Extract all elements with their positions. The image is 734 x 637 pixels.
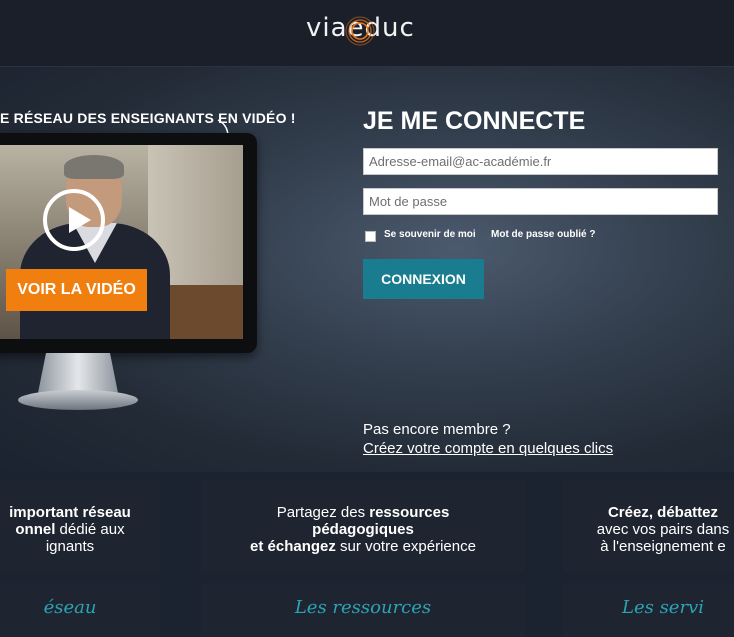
feature-line: important réseau bbox=[0, 504, 160, 521]
not-member-text: Pas encore membre ? bbox=[363, 421, 511, 438]
feature-text: important réseau bbox=[9, 504, 131, 521]
section-title-services[interactable]: Les servi bbox=[563, 583, 734, 637]
play-icon[interactable] bbox=[43, 189, 105, 251]
remember-label: Se souvenir de moi bbox=[384, 229, 476, 240]
feature-line: pédagogiques bbox=[201, 521, 525, 538]
feature-text: onnel bbox=[15, 521, 56, 538]
feature-text: dédié aux bbox=[55, 521, 125, 538]
remember-checkbox[interactable] bbox=[365, 231, 376, 242]
feature-text: ressources bbox=[369, 504, 450, 521]
feature-line: avec vos pairs dans bbox=[563, 521, 734, 538]
hero-tagline: E RÉSEAU DES ENSEIGNANTS EN VIDÉO ! bbox=[0, 110, 296, 126]
feature-text: à l'enseignement e bbox=[600, 538, 726, 555]
feature-text: et échangez bbox=[250, 538, 336, 555]
create-account-link[interactable]: Créez votre compte en quelques clics bbox=[363, 440, 613, 457]
section-title-resources[interactable]: Les ressources bbox=[201, 583, 525, 637]
site-logo[interactable]: viaeduc bbox=[306, 13, 415, 43]
feature-line: Créez, débattez bbox=[563, 504, 734, 521]
feature-line: et échangez sur votre expérience bbox=[201, 538, 525, 555]
feature-resources: Partagez des ressources pédagogiques et éc… bbox=[201, 480, 525, 572]
email-input[interactable] bbox=[363, 148, 718, 175]
feature-text: avec vos pairs dans bbox=[596, 521, 730, 538]
watch-video-button[interactable]: VOIR LA VIDÉO bbox=[6, 269, 147, 311]
feature-text: ignants bbox=[45, 538, 95, 555]
section-title-network[interactable]: éseau bbox=[0, 583, 160, 637]
video-monitor bbox=[0, 133, 257, 353]
feature-line: Partagez des ressources bbox=[201, 504, 525, 521]
password-input[interactable] bbox=[363, 188, 718, 215]
feature-text: pédagogiques bbox=[312, 521, 414, 538]
feature-network: important réseau onnel dédié aux ignants bbox=[0, 480, 160, 572]
site-header: viaeduc bbox=[0, 0, 734, 67]
feature-line: onnel dédié aux bbox=[0, 521, 160, 538]
monitor-base bbox=[18, 390, 138, 410]
feature-line: ignants bbox=[0, 538, 160, 555]
feature-text: Créez, débattez bbox=[607, 504, 719, 521]
monitor-stand bbox=[38, 353, 118, 393]
login-title: JE ME CONNECTE bbox=[363, 107, 586, 135]
forgot-password-link[interactable]: Mot de passe oublié ? bbox=[491, 229, 595, 240]
feature-text: sur votre expérience bbox=[335, 538, 476, 555]
feature-line: à l'enseignement e bbox=[563, 538, 734, 555]
login-button[interactable]: CONNEXION bbox=[363, 259, 484, 299]
feature-debate: Créez, débattez avec vos pairs dans à l'en… bbox=[563, 480, 734, 572]
feature-text: Partagez des bbox=[276, 504, 370, 521]
